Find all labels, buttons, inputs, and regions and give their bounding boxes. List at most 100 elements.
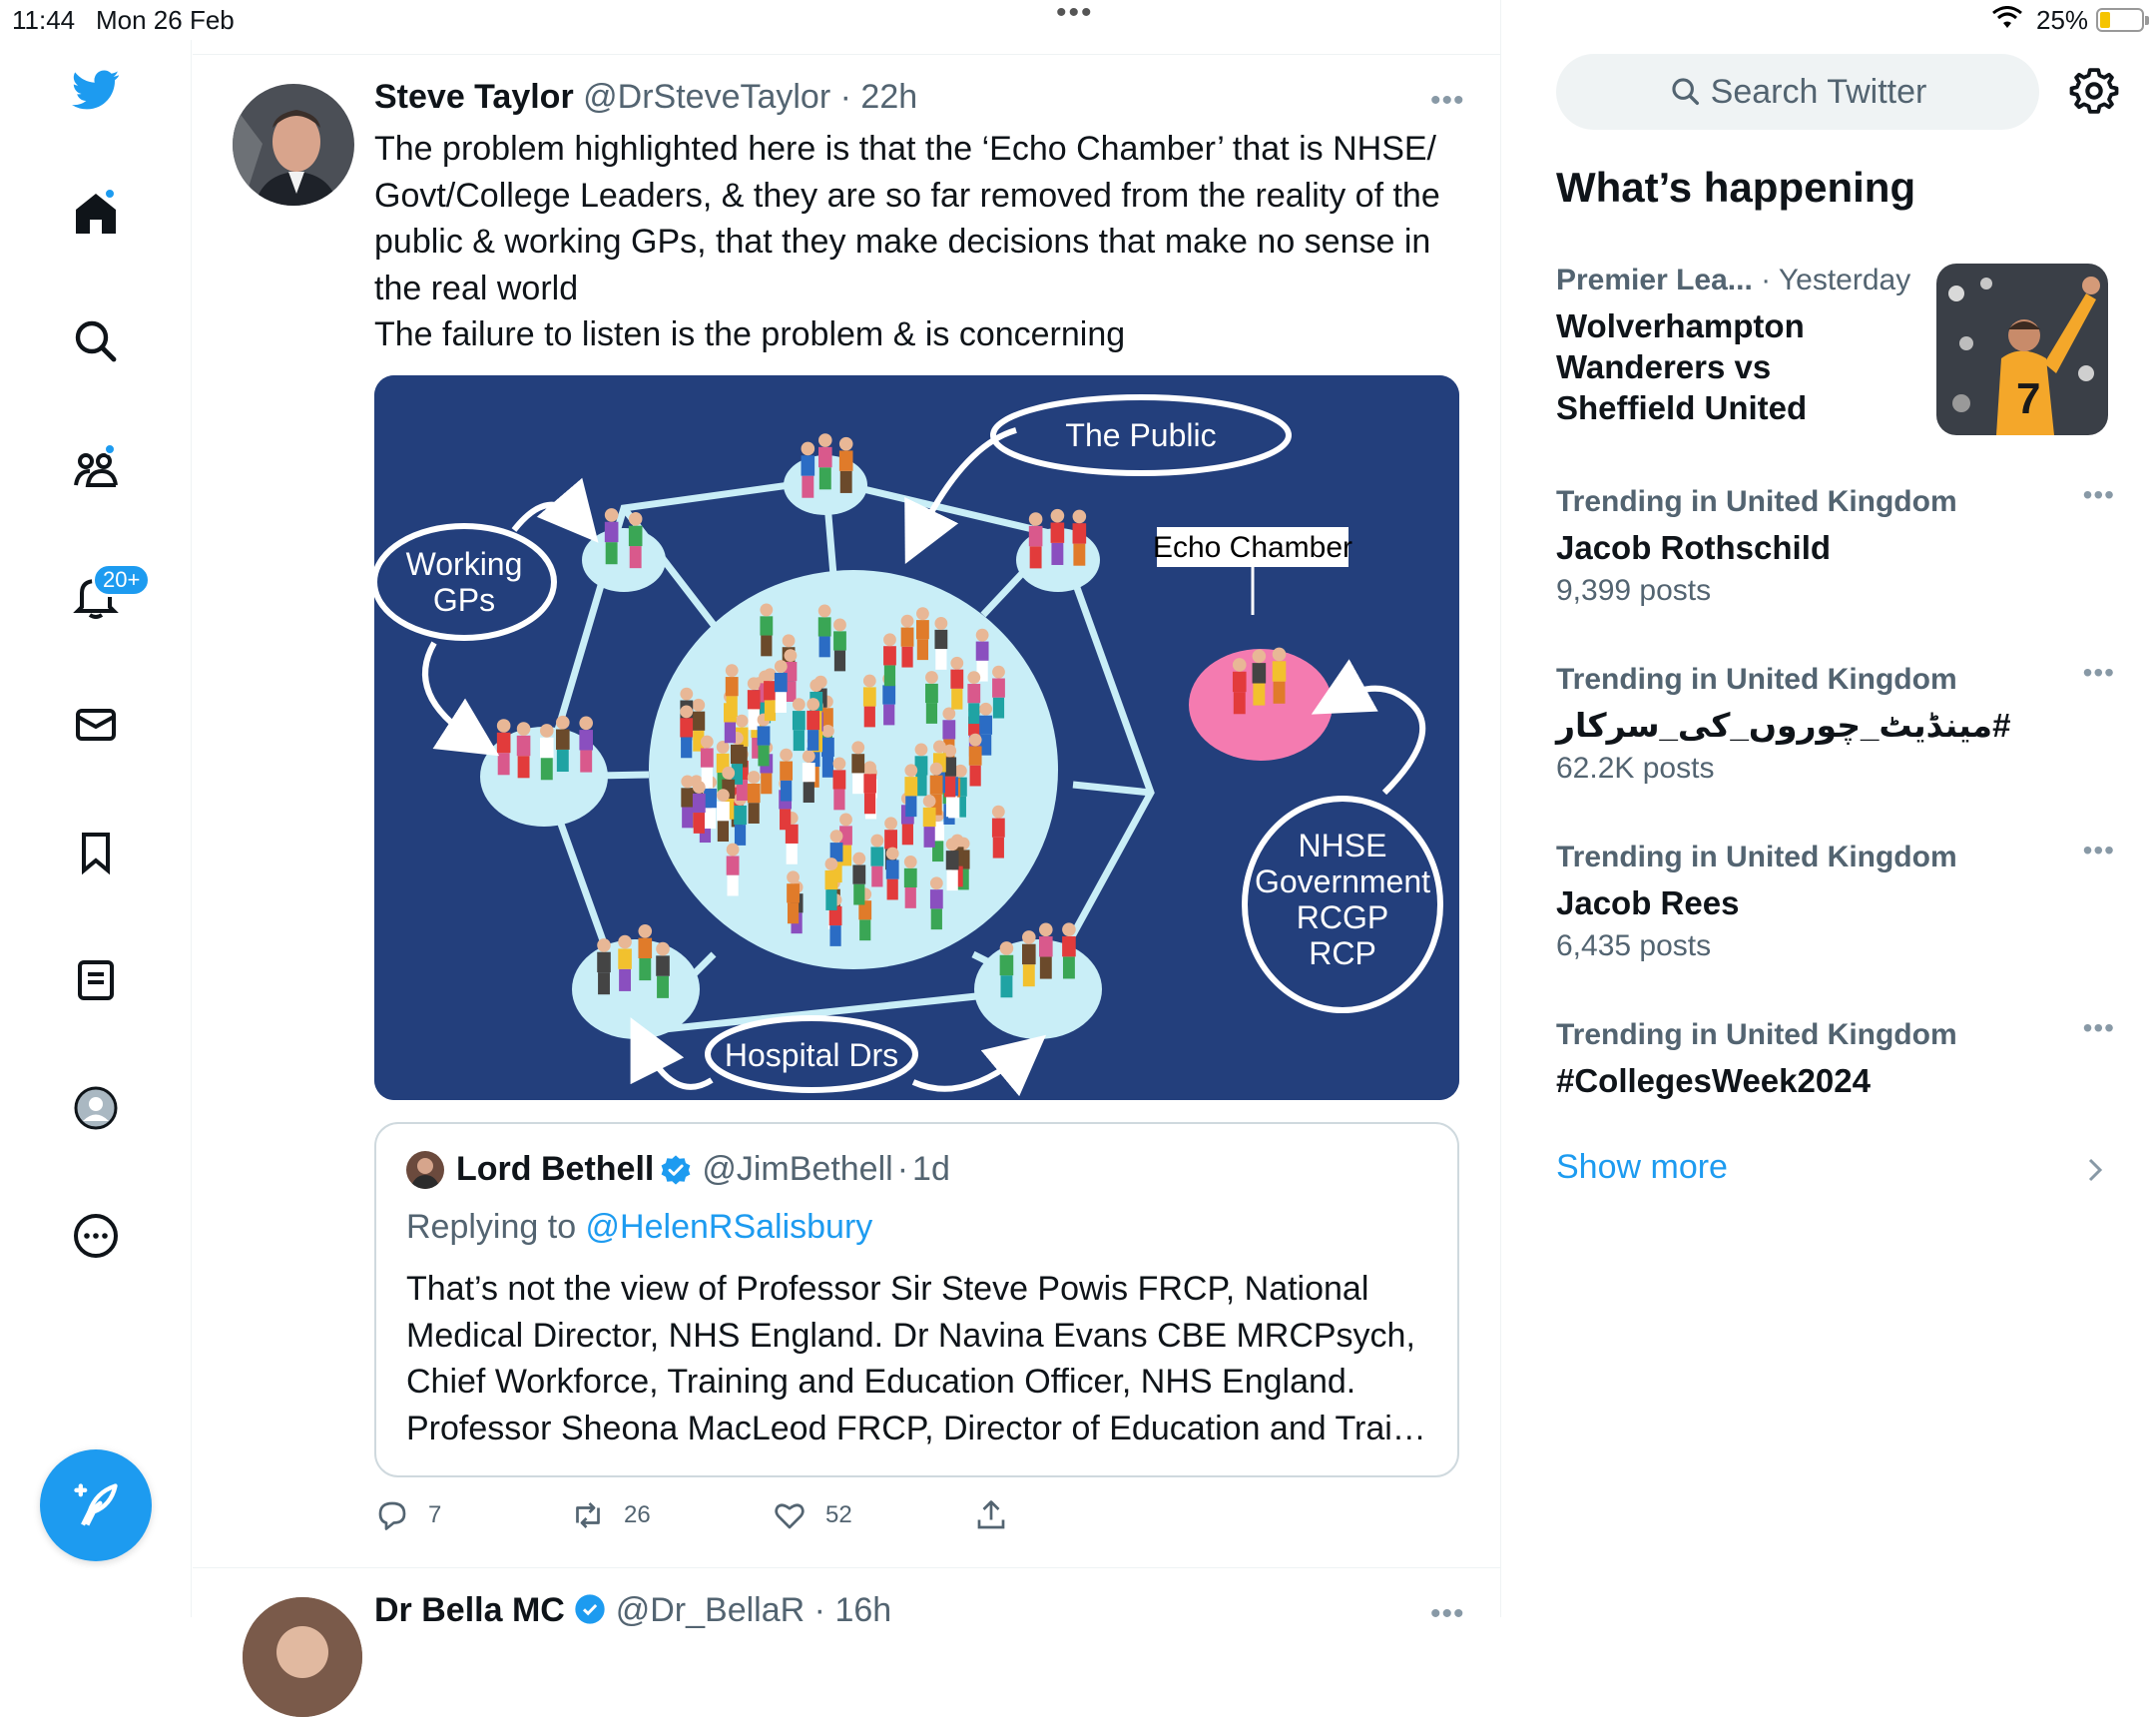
node-bottom-right (974, 939, 1102, 1039)
nav-more[interactable] (64, 1204, 128, 1268)
tweet-text-para-1: The problem highlighted here is that the… (374, 130, 1440, 307)
bookmark-icon (82, 833, 110, 875)
retweet-count: 26 (624, 1501, 651, 1528)
like-count: 52 (825, 1501, 852, 1528)
person-figure (904, 764, 918, 818)
tweet-image[interactable]: The Public Working GPs Echo Chamber Hosp… (374, 375, 1459, 1100)
share-button[interactable] (973, 1497, 1027, 1533)
person-figure (862, 674, 876, 728)
nav-explore[interactable] (64, 309, 128, 373)
next-author-handle[interactable]: @Dr_BellaR (616, 1591, 805, 1629)
list-icon (78, 960, 114, 1000)
person-figure (967, 671, 981, 725)
person-figure (807, 698, 820, 751)
envelope-icon (76, 709, 116, 741)
search-box[interactable]: Search Twitter (1556, 54, 2039, 130)
person-figure (1050, 508, 1065, 565)
nav-profile[interactable] (64, 1076, 128, 1140)
chevron-right-icon[interactable] (2085, 1156, 2105, 1184)
tweet-time[interactable]: 22h (860, 78, 917, 116)
person-figure (579, 716, 594, 773)
trend-item[interactable]: Trending in United Kingdom #مینڈیٹ_چوروں… (1556, 657, 2115, 786)
trend-more-icon[interactable]: ••• (2083, 835, 2115, 866)
person-figure (999, 941, 1014, 998)
trend-category: Trending in United Kingdom (1556, 485, 1957, 518)
left-nav: 20+ (0, 40, 192, 1617)
quoted-tweet-header: Lord Bethell @JimBethell · 1d (406, 1150, 950, 1189)
reply-button[interactable]: 7 (374, 1497, 441, 1533)
next-tweet-time[interactable]: 16h (834, 1591, 891, 1629)
trend-more-icon[interactable]: ••• (2083, 657, 2115, 689)
more-circle-icon (74, 1214, 118, 1258)
tweet-more-icon[interactable]: ••• (1430, 84, 1465, 118)
nav-messages[interactable] (64, 693, 128, 757)
status-time: 11:44 (12, 5, 76, 35)
person-figure (1022, 930, 1036, 987)
trend-count: 6,435 posts (1556, 929, 1712, 962)
twitter-logo-icon[interactable] (64, 58, 128, 122)
nav-home[interactable] (64, 182, 128, 246)
person-figure (618, 934, 632, 991)
search-placeholder: Search Twitter (1710, 72, 1927, 111)
person-figure (991, 805, 1005, 858)
reply-count: 7 (428, 1501, 442, 1528)
nav-bookmarks[interactable] (64, 821, 128, 884)
person-figure (717, 789, 730, 843)
next-tweet-avatar[interactable] (243, 1597, 362, 1717)
trend-item[interactable]: Trending in United Kingdom Jacob Rothsch… (1556, 479, 2115, 608)
label-echo-chamber: Echo Chamber (1153, 531, 1352, 564)
search-icon (1672, 78, 1699, 106)
tweet[interactable]: Steve Taylor @DrSteveTaylor · 22h ••• Th… (193, 56, 1501, 1567)
trend-item[interactable]: Trending in United Kingdom #CollegesWeek… (1556, 1012, 2115, 1101)
retweet-icon (576, 1502, 600, 1528)
label-rcp: RCP (1309, 935, 1376, 971)
trend-thumbnail[interactable]: 7 (1936, 264, 2108, 435)
replying-to-link[interactable]: @HelenRSalisbury (586, 1208, 873, 1246)
next-author-name[interactable]: Dr Bella MC (374, 1591, 565, 1629)
nav-communities[interactable] (64, 437, 128, 501)
retweet-button[interactable]: 26 (570, 1497, 651, 1533)
trend-more-icon[interactable]: ••• (2083, 1012, 2115, 1044)
trend-item[interactable]: Premier Lea... · Yesterday Wolverhampton… (1556, 264, 2115, 435)
person-figure (916, 607, 929, 661)
person-figure (870, 834, 884, 887)
next-tweet-more-icon[interactable]: ••• (1430, 1597, 1465, 1631)
tweet-text: The problem highlighted here is that the… (374, 126, 1452, 358)
replying-prefix: Replying to (406, 1208, 586, 1246)
person-figure (832, 757, 846, 811)
like-button[interactable]: 52 (772, 1497, 852, 1533)
compose-tweet-button[interactable] (40, 1449, 152, 1561)
tweet-author-avatar[interactable] (233, 84, 354, 206)
quoted-author-avatar[interactable] (406, 1150, 444, 1189)
person-figure (821, 724, 834, 778)
author-handle[interactable]: @DrSteveTaylor (583, 78, 830, 116)
person-figure (1272, 647, 1287, 704)
quoted-time[interactable]: 1d (912, 1150, 950, 1189)
person-figure (556, 715, 570, 773)
author-name[interactable]: Steve Taylor (374, 78, 574, 116)
trend-more-icon[interactable]: ••• (2083, 479, 2115, 511)
right-sidebar: Search Twitter What’s happening Premier … (1502, 0, 2156, 1617)
person-figure (1072, 509, 1087, 566)
nav-notifications[interactable]: 20+ (64, 563, 152, 629)
label-the-public: The Public (1065, 417, 1216, 453)
person-figure (851, 741, 865, 795)
trend-item[interactable]: Trending in United Kingdom Jacob Rees 6,… (1556, 835, 2115, 963)
next-separator: · (813, 1591, 825, 1629)
show-more-link[interactable]: Show more (1556, 1148, 1728, 1187)
trend-title: Jacob Rothschild (1556, 529, 1832, 566)
nav-lists[interactable] (64, 948, 128, 1012)
person-figure (900, 614, 914, 668)
whats-happening-heading: What’s happening (1556, 164, 1916, 211)
person-figure (1252, 649, 1267, 706)
communities-unread-dot (104, 443, 116, 455)
person-figure (883, 633, 896, 687)
gear-icon[interactable] (2069, 66, 2119, 116)
quoted-author-name[interactable]: Lord Bethell (456, 1150, 654, 1189)
label-hospital-drs: Hospital Drs (725, 1037, 898, 1073)
person-figure (604, 508, 619, 565)
person-figure (833, 618, 846, 672)
quoted-tweet[interactable]: Lord Bethell @JimBethell · 1d Replying t… (374, 1122, 1459, 1477)
quoted-author-handle[interactable]: @JimBethell (702, 1150, 892, 1189)
person-figure (638, 924, 653, 981)
